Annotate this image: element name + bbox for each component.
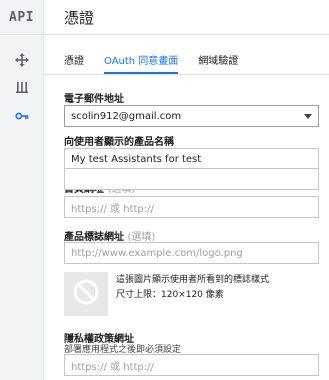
logo-url-placeholder: http://www.example.com/logo.png	[71, 247, 243, 259]
rail-item-dashboard[interactable]	[0, 47, 44, 73]
tab-credentials[interactable]: 憑證	[64, 54, 84, 74]
tab-bar: 憑證 OAuth 同意畫面 網域驗證	[64, 54, 258, 74]
email-value: scolin912@gmail.com	[71, 110, 182, 122]
top-bar-divider	[0, 34, 329, 35]
email-label: 電子郵件地址	[64, 90, 124, 105]
top-bar: 憑證	[44, 0, 329, 34]
logo-preview-desc-2: 尺寸上限：120×120 像素	[116, 290, 224, 300]
email-label-text: 電子郵件地址	[64, 94, 124, 105]
product-name-label: 向使用者顯示的產品名稱	[64, 133, 174, 148]
homepage-placeholder: https:// 或 http://	[71, 203, 154, 215]
rail-item-credentials[interactable]	[0, 103, 44, 129]
privacy-placeholder: https:// 或 http://	[71, 361, 154, 373]
page-title: 憑證	[64, 8, 95, 27]
rail-item-library[interactable]	[0, 74, 44, 100]
product-name-label-text: 向使用者顯示的產品名稱	[64, 137, 174, 148]
tab-oauth-consent[interactable]: OAuth 同意畫面	[104, 54, 179, 74]
library-icon	[15, 80, 29, 94]
unused15	[64, 168, 319, 190]
tabs-divider	[44, 74, 329, 75]
tab-domain-verification[interactable]: 網域驗證	[198, 54, 238, 74]
no-image-icon	[72, 278, 100, 310]
key-icon	[15, 109, 29, 123]
product-name-value: My test Assistants for test	[71, 153, 202, 165]
logo-url-label: 產品標誌網址 (選填)	[64, 228, 155, 243]
logo-preview	[64, 272, 108, 316]
move-icon	[15, 53, 29, 67]
homepage-url-input[interactable]: https:// 或 http://	[64, 196, 319, 218]
email-select[interactable]: scolin912@gmail.com	[64, 105, 319, 127]
privacy-url-input[interactable]: https:// 或 http://	[64, 354, 319, 376]
chevron-down-icon	[304, 114, 312, 119]
logo-preview-desc-1: 這張圖片顯示使用者所看到的標誌樣式	[116, 275, 270, 285]
api-logo: API	[9, 9, 34, 25]
product-name-input[interactable]: My test Assistants for test	[64, 148, 319, 170]
logo-url-input[interactable]: http://www.example.com/logo.png	[64, 242, 319, 264]
rail-header: API	[0, 0, 43, 34]
left-nav-rail: API	[0, 0, 44, 380]
